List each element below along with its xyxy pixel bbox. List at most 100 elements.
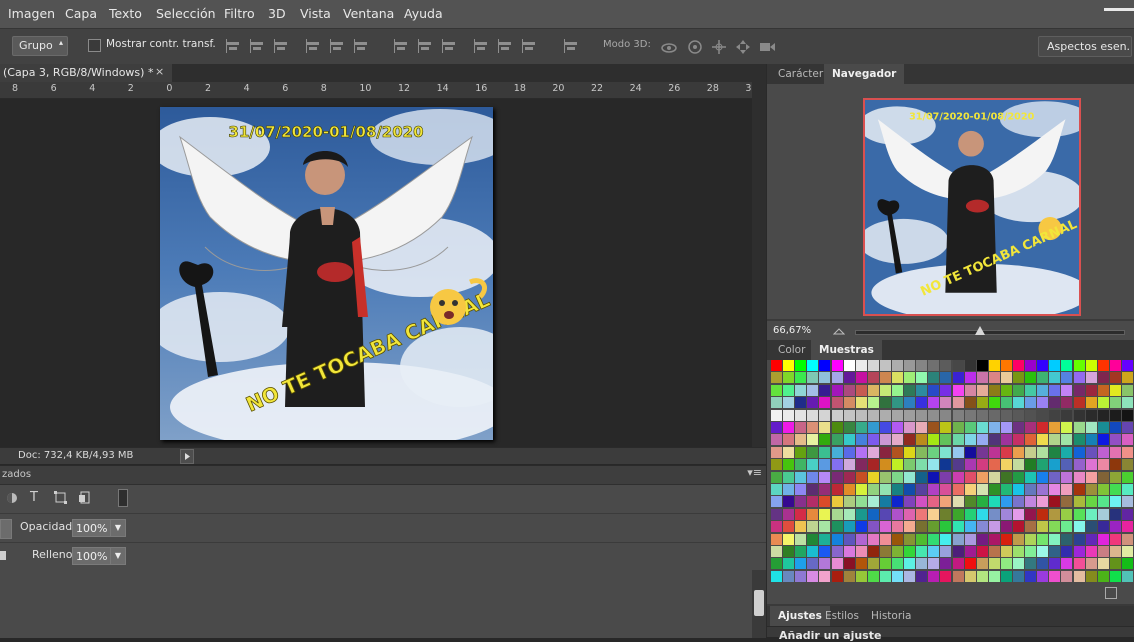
color-swatch[interactable] — [976, 508, 988, 520]
color-swatch[interactable] — [964, 384, 976, 396]
color-swatch[interactable] — [892, 422, 903, 433]
zoom-slider-thumb[interactable] — [975, 326, 985, 335]
color-swatch[interactable] — [904, 521, 916, 533]
color-swatch[interactable] — [1061, 459, 1073, 471]
color-swatch[interactable] — [952, 446, 964, 458]
color-swatch[interactable] — [1013, 360, 1024, 371]
color-swatch[interactable] — [928, 533, 940, 545]
color-swatch[interactable] — [795, 496, 807, 508]
color-swatch[interactable] — [892, 484, 903, 495]
color-swatch[interactable] — [1049, 484, 1061, 495]
color-swatch[interactable] — [1037, 422, 1049, 433]
menu-vista[interactable]: Vista — [300, 6, 331, 21]
color-swatch[interactable] — [795, 372, 807, 384]
color-swatch[interactable] — [819, 409, 831, 421]
color-swatch[interactable] — [976, 434, 988, 446]
color-swatch[interactable] — [940, 384, 952, 396]
color-swatch[interactable] — [1025, 570, 1037, 582]
color-swatch[interactable] — [988, 484, 1000, 495]
color-swatch[interactable] — [771, 508, 782, 520]
menu-seleccion[interactable]: Selección — [156, 6, 216, 21]
align-distribute-icon[interactable] — [354, 39, 368, 53]
color-swatch[interactable] — [928, 397, 940, 409]
color-swatch[interactable] — [1013, 372, 1024, 384]
color-swatch[interactable] — [1073, 471, 1085, 483]
color-swatch[interactable] — [952, 570, 964, 582]
color-swatch[interactable] — [867, 459, 879, 471]
color-swatch[interactable] — [1037, 397, 1049, 409]
color-swatch[interactable] — [976, 446, 988, 458]
color-swatch[interactable] — [1121, 360, 1133, 371]
slide-3d-icon[interactable] — [734, 38, 752, 56]
color-swatch[interactable] — [904, 508, 916, 520]
color-swatch[interactable] — [988, 434, 1000, 446]
color-swatch[interactable] — [879, 360, 891, 371]
color-swatch[interactable] — [1073, 508, 1085, 520]
color-swatch[interactable] — [1061, 384, 1073, 396]
color-swatch[interactable] — [952, 459, 964, 471]
color-swatch[interactable] — [795, 397, 807, 409]
color-swatch[interactable] — [879, 533, 891, 545]
color-swatch[interactable] — [1097, 434, 1109, 446]
color-swatch[interactable] — [831, 422, 843, 433]
color-swatch[interactable] — [988, 471, 1000, 483]
color-swatch[interactable] — [892, 397, 903, 409]
color-swatch[interactable] — [879, 570, 891, 582]
color-swatch[interactable] — [1013, 496, 1024, 508]
color-swatch[interactable] — [940, 471, 952, 483]
color-swatch[interactable] — [1085, 434, 1097, 446]
color-swatch[interactable] — [1085, 521, 1097, 533]
color-swatch[interactable] — [1000, 397, 1012, 409]
color-swatch[interactable] — [831, 397, 843, 409]
color-swatch[interactable] — [1097, 471, 1109, 483]
color-swatch[interactable] — [928, 558, 940, 570]
color-swatch[interactable] — [904, 546, 916, 557]
color-swatch[interactable] — [976, 546, 988, 557]
color-swatch[interactable] — [843, 521, 855, 533]
color-swatch[interactable] — [807, 533, 819, 545]
color-swatch[interactable] — [867, 496, 879, 508]
color-swatch[interactable] — [1013, 471, 1024, 483]
color-swatch[interactable] — [1073, 372, 1085, 384]
color-swatch[interactable] — [964, 484, 976, 495]
color-swatch[interactable] — [1085, 546, 1097, 557]
color-swatch[interactable] — [1025, 484, 1037, 495]
color-swatch[interactable] — [1073, 546, 1085, 557]
color-swatch[interactable] — [807, 570, 819, 582]
color-swatch[interactable] — [1037, 521, 1049, 533]
color-swatch[interactable] — [1121, 558, 1133, 570]
fill-input[interactable]: 100% — [72, 547, 112, 565]
color-swatch[interactable] — [928, 496, 940, 508]
color-swatch[interactable] — [879, 409, 891, 421]
color-swatch[interactable] — [795, 546, 807, 557]
color-swatch[interactable] — [795, 446, 807, 458]
color-swatch[interactable] — [976, 409, 988, 421]
color-swatch[interactable] — [1109, 459, 1121, 471]
color-swatch[interactable] — [855, 570, 867, 582]
color-swatch[interactable] — [783, 384, 795, 396]
color-swatch[interactable] — [976, 372, 988, 384]
filter-toggle-switch[interactable] — [118, 489, 128, 507]
color-swatch[interactable] — [892, 384, 903, 396]
color-swatch[interactable] — [1109, 422, 1121, 433]
color-swatch[interactable] — [1025, 409, 1037, 421]
color-swatch[interactable] — [892, 459, 903, 471]
menu-filtro[interactable]: Filtro — [224, 6, 255, 21]
color-swatch[interactable] — [940, 397, 952, 409]
color-swatch[interactable] — [1109, 546, 1121, 557]
color-swatch[interactable] — [892, 570, 903, 582]
color-swatch[interactable] — [1097, 508, 1109, 520]
color-swatch[interactable] — [1013, 508, 1024, 520]
color-swatch[interactable] — [952, 558, 964, 570]
color-swatch[interactable] — [783, 471, 795, 483]
menu-ventana[interactable]: Ventana — [343, 6, 394, 21]
tab-muestras[interactable]: Muestras — [811, 340, 882, 360]
color-swatch[interactable] — [904, 434, 916, 446]
color-swatch[interactable] — [771, 434, 782, 446]
color-swatch[interactable] — [964, 397, 976, 409]
color-swatch[interactable] — [879, 397, 891, 409]
color-swatch[interactable] — [879, 434, 891, 446]
color-swatch[interactable] — [976, 459, 988, 471]
color-swatch[interactable] — [819, 570, 831, 582]
color-swatch[interactable] — [964, 570, 976, 582]
